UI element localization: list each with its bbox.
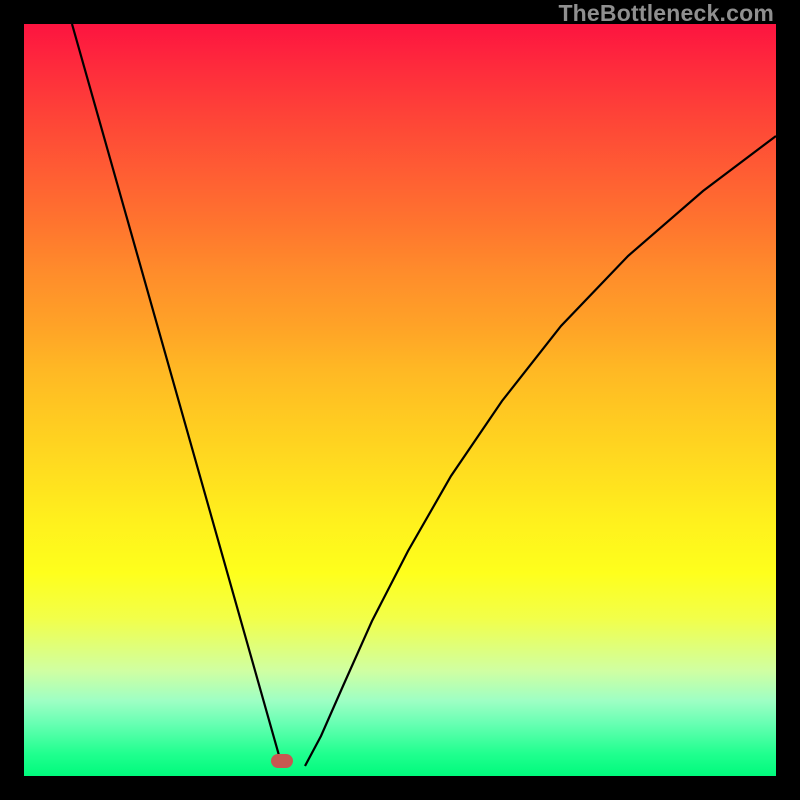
bottleneck-curve-right [305, 136, 776, 766]
curve-svg [24, 24, 776, 776]
bottleneck-curve-left [72, 24, 282, 766]
chart-frame: TheBottleneck.com [0, 0, 800, 800]
plot-area [24, 24, 776, 776]
watermark-text: TheBottleneck.com [558, 0, 774, 27]
optimal-point-marker [271, 754, 293, 768]
